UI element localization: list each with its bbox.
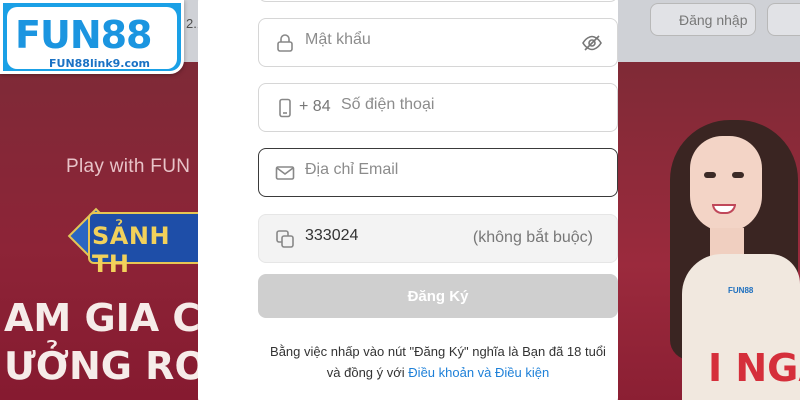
phone-icon bbox=[279, 98, 291, 118]
copy-icon bbox=[276, 230, 294, 248]
referral-code-input[interactable] bbox=[305, 227, 445, 245]
terms-note-line2: và đồng ý với Điều khoản và Điều kiện bbox=[238, 362, 638, 383]
promo-headline-1: AM GIA CÀ bbox=[4, 296, 230, 340]
fun88-logo[interactable]: FUN88 FUN88link9.com bbox=[0, 0, 184, 74]
hall-badge-text: SẢNH TH bbox=[92, 222, 171, 278]
email-field[interactable] bbox=[258, 148, 618, 197]
mail-icon bbox=[275, 166, 295, 180]
model-shirt-logo: FUN88 bbox=[728, 286, 754, 295]
country-code[interactable]: + 84 bbox=[299, 98, 331, 116]
register-modal: + 84 (không bắt buộc) Đăng Ký Bằng việc … bbox=[198, 0, 618, 400]
play-with-text: Play with FUN bbox=[66, 156, 191, 177]
promo-headline-right: I NGA bbox=[708, 346, 800, 390]
model-face bbox=[690, 136, 762, 232]
logo-panel: FUN88 FUN88link9.com bbox=[7, 7, 177, 70]
terms-note-line1: Bằng việc nhấp vào nút "Đăng Ký" nghĩa l… bbox=[270, 344, 606, 359]
promo-headline-2: ƯỞNG RƠI bbox=[4, 344, 222, 388]
referral-code-field[interactable]: (không bắt buộc) bbox=[258, 214, 618, 263]
phone-input[interactable] bbox=[341, 96, 601, 114]
login-button[interactable]: Đăng nhập bbox=[650, 3, 756, 36]
email-input[interactable] bbox=[305, 161, 605, 179]
terms-note-prefix: và đồng ý với bbox=[326, 365, 405, 380]
top-register-button[interactable] bbox=[767, 3, 800, 36]
previous-field[interactable] bbox=[258, 0, 618, 2]
model-eye-right bbox=[732, 172, 744, 178]
logo-subtext: FUN88link9.com bbox=[49, 57, 151, 70]
logo-text: FUN88 bbox=[15, 13, 152, 57]
model-eye-left bbox=[704, 172, 716, 178]
phone-field[interactable]: + 84 bbox=[258, 83, 618, 132]
hall-badge: SẢNH TH bbox=[67, 206, 218, 278]
password-input[interactable] bbox=[305, 31, 575, 49]
terms-link[interactable]: Điều khoản và Điều kiện bbox=[408, 365, 549, 380]
eye-off-icon[interactable] bbox=[581, 32, 603, 54]
register-submit-button[interactable]: Đăng Ký bbox=[258, 274, 618, 318]
password-field[interactable] bbox=[258, 18, 618, 67]
optional-label: (không bắt buộc) bbox=[472, 229, 593, 246]
lock-icon bbox=[277, 34, 293, 52]
terms-note: Bằng việc nhấp vào nút "Đăng Ký" nghĩa l… bbox=[238, 341, 638, 383]
